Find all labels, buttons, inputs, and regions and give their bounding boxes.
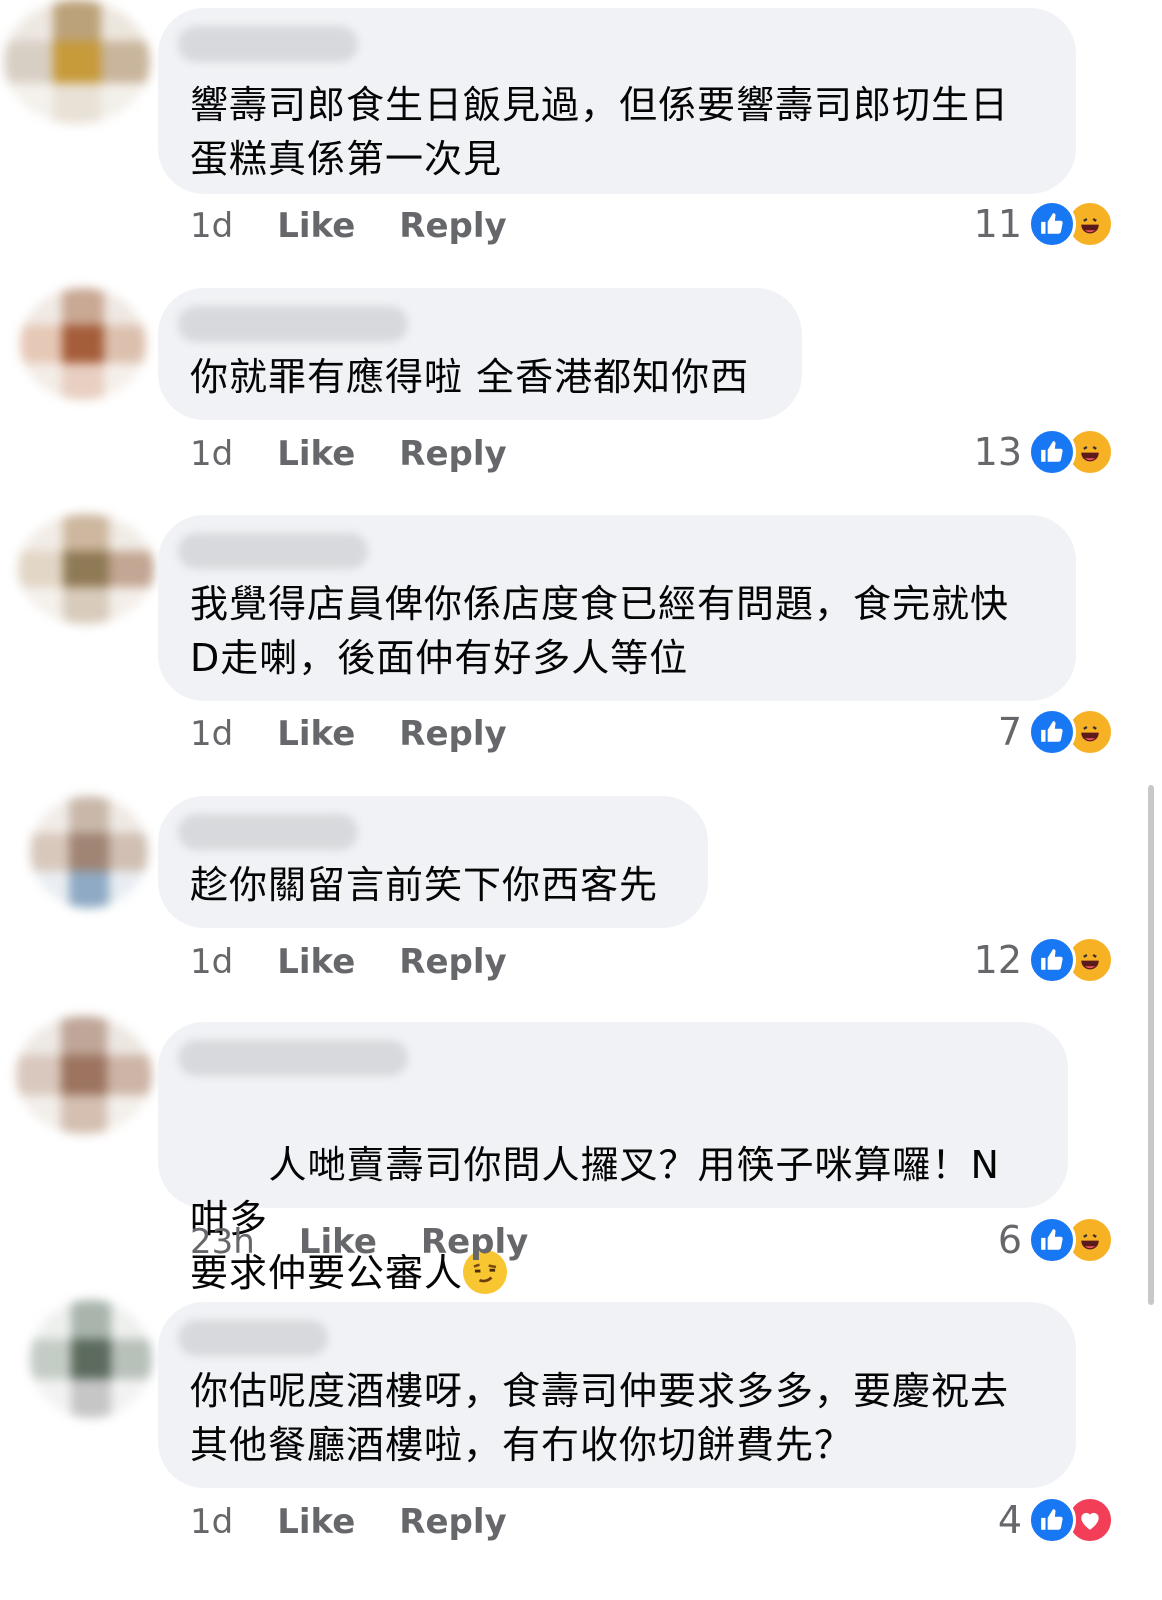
commenter-name-blurred[interactable] — [178, 26, 358, 62]
comment-bubble: 趁你關留言前笑下你西客先 — [158, 796, 708, 928]
comment-bubble: 我覺得店員俾你係店度食已經有問題，食完就快 D走喇，後面仲有好多人等位 — [158, 515, 1076, 701]
commenter-name-blurred[interactable] — [178, 533, 368, 569]
reaction-count: 12 — [973, 938, 1022, 982]
like-reaction-icon — [1028, 428, 1076, 476]
comment-bubble: 你估呢度酒樓呀，食壽司仲要求多多，要慶祝去 其他餐廳酒樓啦，有冇收你切餅費先？ — [158, 1302, 1076, 1488]
comment-text: 你估呢度酒樓呀，食壽司仲要求多多，要慶祝去 其他餐廳酒樓啦，有冇收你切餅費先？ — [190, 1369, 1010, 1467]
avatar[interactable] — [16, 1016, 152, 1134]
comment-bubble: 響壽司郎食生日飯見過，但係要響壽司郎切生日 蛋糕真係第一次見 — [158, 8, 1076, 194]
reaction-count: 6 — [997, 1218, 1022, 1262]
reply-button[interactable]: Reply — [399, 942, 506, 982]
scrollbar[interactable] — [1148, 785, 1154, 1305]
commenter-name-blurred[interactable] — [178, 306, 408, 342]
reaction-summary[interactable]: 6 — [998, 1216, 1114, 1264]
reply-button[interactable]: Reply — [421, 1222, 528, 1262]
reply-button[interactable]: Reply — [399, 206, 506, 246]
comment-actions: 1d Like Reply — [190, 714, 507, 754]
comment-actions: 1d Like Reply — [190, 942, 507, 982]
comment-actions: 1d Like Reply — [190, 434, 507, 474]
comment-time[interactable]: 1d — [190, 434, 233, 474]
like-reaction-icon — [1028, 200, 1076, 248]
comment-text: 你就罪有應得啦 全香港都知你西 — [190, 355, 750, 399]
comment-time[interactable]: 1d — [190, 714, 233, 754]
reaction-count: 7 — [997, 710, 1022, 754]
reply-button[interactable]: Reply — [399, 434, 506, 474]
like-reaction-icon — [1028, 1216, 1076, 1264]
comment-time[interactable]: 23h — [190, 1222, 255, 1262]
like-button[interactable]: Like — [277, 714, 355, 754]
comment-actions: 1d Like Reply — [190, 1502, 507, 1542]
comment-bubble: 人哋賣壽司你問人攞叉？用筷子咪算囉！N咁多 要求仲要公審人 — [158, 1022, 1068, 1295]
like-button[interactable]: Like — [277, 942, 355, 982]
reaction-summary[interactable]: 4 — [998, 1496, 1114, 1544]
like-button[interactable]: Like — [277, 434, 355, 474]
comment-text: 響壽司郎食生日飯見過，但係要響壽司郎切生日 蛋糕真係第一次見 — [190, 83, 1010, 181]
avatar[interactable] — [30, 796, 148, 908]
comment-actions: 1d Like Reply — [190, 206, 507, 246]
reaction-summary[interactable]: 11 — [974, 200, 1114, 248]
like-button[interactable]: Like — [277, 1502, 355, 1542]
reaction-summary[interactable]: 13 — [974, 428, 1114, 476]
comment-time[interactable]: 1d — [190, 206, 233, 246]
like-reaction-icon — [1028, 1496, 1076, 1544]
comment-text: 我覺得店員俾你係店度食已經有問題，食完就快 D走喇，後面仲有好多人等位 — [190, 582, 1010, 680]
like-reaction-icon — [1028, 708, 1076, 756]
comment-time[interactable]: 1d — [190, 1502, 233, 1542]
comment-text: 趁你關留言前笑下你西客先 — [190, 863, 659, 907]
comment-bubble: 你就罪有應得啦 全香港都知你西 — [158, 288, 802, 420]
avatar[interactable] — [20, 288, 146, 400]
avatar[interactable] — [18, 514, 154, 624]
comment-text-content: 人哋賣壽司你問人攞叉？用筷子咪算囉！N咁多 要求仲要公審人 — [190, 1143, 1000, 1295]
like-reaction-icon — [1028, 936, 1076, 984]
reaction-count: 4 — [997, 1498, 1022, 1542]
commenter-name-blurred[interactable] — [178, 1320, 328, 1356]
reaction-count: 13 — [973, 430, 1022, 474]
like-button[interactable]: Like — [277, 206, 355, 246]
comment-actions: 23h Like Reply — [190, 1222, 528, 1262]
comment-time[interactable]: 1d — [190, 942, 233, 982]
avatar[interactable] — [4, 0, 150, 124]
commenter-name-blurred[interactable] — [178, 814, 358, 850]
reaction-summary[interactable]: 7 — [998, 708, 1114, 756]
reaction-count: 11 — [973, 202, 1022, 246]
reaction-summary[interactable]: 12 — [974, 936, 1114, 984]
reply-button[interactable]: Reply — [399, 714, 506, 754]
reply-button[interactable]: Reply — [399, 1502, 506, 1542]
commenter-name-blurred[interactable] — [178, 1040, 408, 1076]
like-button[interactable]: Like — [299, 1222, 377, 1262]
avatar[interactable] — [30, 1300, 152, 1418]
